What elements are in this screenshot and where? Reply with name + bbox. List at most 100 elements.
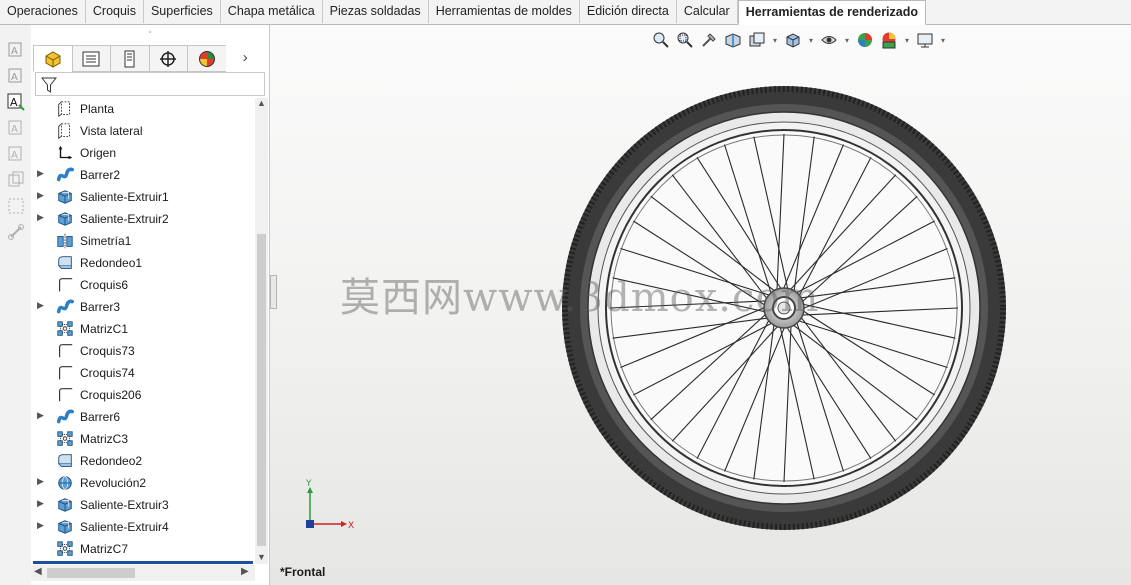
- format-icon[interactable]: A: [7, 145, 25, 163]
- tree-item-label: Simetría1: [80, 234, 132, 248]
- tree-item-label: Barrer2: [80, 168, 121, 182]
- chevron-down-icon[interactable]: ▾: [902, 36, 912, 45]
- expand-arrow-icon[interactable]: ▶: [37, 498, 44, 509]
- tree-item[interactable]: Planta: [31, 98, 255, 120]
- hide-show-items-icon[interactable]: [854, 30, 876, 50]
- tree-item[interactable]: ▶ Saliente-Extruir1: [31, 186, 255, 208]
- section-view-icon[interactable]: [722, 30, 744, 50]
- tree-item-label: Saliente-Extruir3: [80, 498, 169, 512]
- view-settings-icon[interactable]: [914, 30, 936, 50]
- link-icon[interactable]: [7, 223, 25, 241]
- previous-view-icon[interactable]: [698, 30, 720, 50]
- edit-appearance-icon[interactable]: [878, 30, 900, 50]
- tree-item[interactable]: MatrizC3: [31, 428, 255, 450]
- feature-tree-tab[interactable]: [33, 45, 72, 72]
- sketch-icon: [59, 344, 73, 358]
- format-icon[interactable]: A: [7, 119, 25, 137]
- grid-icon[interactable]: [7, 197, 25, 215]
- tree-item[interactable]: ▶ Barrer3: [31, 296, 255, 318]
- tree-item[interactable]: Vista lateral: [31, 120, 255, 142]
- scroll-up-icon[interactable]: ▲: [256, 98, 267, 110]
- graphics-area[interactable]: ▾ ▾ ▾ ▾ ▾ 莫西网www.3dmox.com Y X *Frontal: [270, 25, 1131, 585]
- appearance-sphere-icon: [198, 50, 215, 67]
- tab-operaciones[interactable]: Operaciones: [0, 0, 86, 23]
- chevron-down-icon[interactable]: ▾: [938, 36, 948, 45]
- configuration-manager-tab[interactable]: [110, 45, 149, 72]
- extrude-icon: [58, 498, 72, 512]
- crosshair-icon: [160, 50, 177, 67]
- chevron-down-icon[interactable]: ▾: [770, 36, 780, 45]
- chevron-down-icon[interactable]: ▾: [806, 36, 816, 45]
- annotation-icon[interactable]: A: [7, 67, 25, 85]
- dimxpert-manager-tab[interactable]: [148, 45, 187, 72]
- tree-item[interactable]: Redondeo2: [31, 450, 255, 472]
- view-orientation-icon[interactable]: [782, 30, 804, 50]
- tree-item[interactable]: Croquis74: [31, 362, 255, 384]
- svg-text:A: A: [11, 150, 18, 161]
- expand-arrow-icon[interactable]: ▶: [37, 410, 44, 421]
- filter-icon[interactable]: [41, 76, 57, 94]
- tree-item[interactable]: Redondeo1: [31, 252, 255, 274]
- note-icon[interactable]: A: [7, 93, 25, 111]
- tab-herramientas-de-moldes[interactable]: Herramientas de moldes: [429, 0, 580, 23]
- tab-edición-directa[interactable]: Edición directa: [580, 0, 677, 23]
- tree-item[interactable]: ▶ Saliente-Extruir4: [31, 516, 255, 538]
- tab-piezas-soldadas[interactable]: Piezas soldadas: [323, 0, 429, 23]
- tab-herramientas-de-renderizado[interactable]: Herramientas de renderizado: [737, 0, 927, 25]
- scroll-left-icon[interactable]: ◀: [34, 566, 42, 577]
- horizontal-scroll-thumb[interactable]: [47, 568, 135, 578]
- scroll-right-icon[interactable]: ▶: [241, 566, 249, 577]
- chevron-down-icon[interactable]: ▾: [842, 36, 852, 45]
- vertical-scroll-thumb[interactable]: [257, 234, 266, 546]
- tree-item[interactable]: MatrizC7: [31, 538, 255, 560]
- tree-item[interactable]: ▶ Saliente-Extruir2: [31, 208, 255, 230]
- more-tabs-button[interactable]: ›: [226, 45, 265, 70]
- dynamic-annotation-icon[interactable]: [746, 30, 768, 50]
- tab-superficies[interactable]: Superficies: [144, 0, 221, 23]
- plane-icon: [58, 101, 70, 118]
- tree-horizontal-scrollbar[interactable]: ◀ ▶: [31, 565, 255, 581]
- scroll-down-icon[interactable]: ▼: [256, 552, 267, 564]
- expand-arrow-icon[interactable]: ▶: [37, 476, 44, 487]
- tree-item[interactable]: ▶ Revolución2: [31, 472, 255, 494]
- tree-item-label: Saliente-Extruir2: [80, 212, 169, 226]
- tree-item-label: Croquis74: [80, 366, 135, 380]
- panel-splitter-handle[interactable]: [270, 275, 277, 309]
- svg-text:A: A: [11, 124, 18, 135]
- panel-grip[interactable]: ◦: [31, 25, 269, 43]
- property-manager-tab[interactable]: [71, 45, 110, 72]
- view-name-label: *Frontal: [280, 565, 326, 579]
- tree-item[interactable]: Origen: [31, 142, 255, 164]
- tree-item[interactable]: Croquis6: [31, 274, 255, 296]
- annotation-icon[interactable]: A: [7, 41, 25, 59]
- expand-arrow-icon[interactable]: ▶: [37, 520, 44, 531]
- zoom-to-fit-icon[interactable]: [650, 30, 672, 50]
- tree-filter[interactable]: [35, 72, 265, 96]
- tab-calcular[interactable]: Calcular: [677, 0, 738, 23]
- expand-arrow-icon[interactable]: ▶: [37, 190, 44, 201]
- expand-arrow-icon[interactable]: ▶: [37, 300, 44, 311]
- tree-item[interactable]: MatrizC1: [31, 318, 255, 340]
- tree-item[interactable]: ▶ Saliente-Extruir3: [31, 494, 255, 516]
- reference-triad: Y X: [305, 479, 354, 531]
- rollback-bar[interactable]: [33, 561, 253, 564]
- property-list-icon: [82, 51, 100, 66]
- tree-item[interactable]: ▶ Barrer6: [31, 406, 255, 428]
- tree-item[interactable]: ▶ Barrer2: [31, 164, 255, 186]
- zoom-area-icon[interactable]: [674, 30, 696, 50]
- tree-item[interactable]: Simetría1: [31, 230, 255, 252]
- display-style-icon[interactable]: [818, 30, 840, 50]
- expand-arrow-icon[interactable]: ▶: [37, 168, 44, 179]
- tree-item[interactable]: Croquis73: [31, 340, 255, 362]
- tab-croquis[interactable]: Croquis: [86, 0, 144, 23]
- tree-item-label: Barrer3: [80, 300, 121, 314]
- tree-vertical-scrollbar[interactable]: ▲ ▼: [255, 98, 268, 564]
- tab-chapa-metálica[interactable]: Chapa metálica: [221, 0, 323, 23]
- display-manager-tab[interactable]: [187, 45, 226, 72]
- command-manager-tabs: Operaciones Croquis Superficies Chapa metál…: [0, 0, 1131, 25]
- heads-up-view-toolbar: ▾ ▾ ▾ ▾ ▾: [650, 29, 948, 51]
- tree-item-label: MatrizC1: [80, 322, 129, 336]
- copy-icon[interactable]: [7, 171, 25, 189]
- expand-arrow-icon[interactable]: ▶: [37, 212, 44, 223]
- tree-item[interactable]: Croquis206: [31, 384, 255, 406]
